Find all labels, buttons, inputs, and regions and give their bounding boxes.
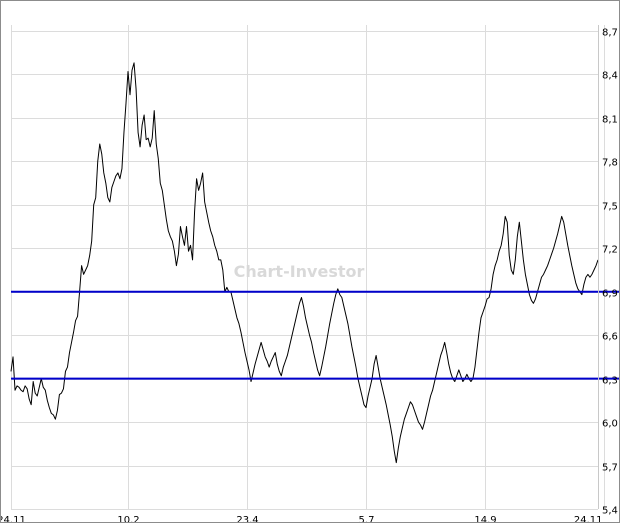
x-tick-label: 23.4 (236, 515, 258, 522)
y-tick-label: 6,6 (602, 332, 618, 343)
x-tick-label: 24.11 (1, 515, 26, 522)
y-tick-label: 6,3 (602, 376, 618, 387)
y-tick-label: 5,7 (602, 463, 618, 474)
x-tick-label: 5.7 (359, 515, 375, 522)
y-tick-label: 7,8 (602, 158, 618, 169)
x-tick-label: 14.9 (474, 515, 496, 522)
y-tick-label: 8,1 (602, 115, 618, 126)
y-tick-label: 7,2 (602, 245, 618, 256)
watermark-label: Chart-Investor (234, 262, 365, 281)
y-tick-label: 8,7 (602, 28, 618, 39)
line-chart: Chart-Investor 5,4 5,7 6,0 6,3 6,6 6,9 7,2 7,5 7… (1, 25, 619, 522)
x-tick-label: 10.2 (117, 515, 139, 522)
y-tick-label: 6,0 (602, 419, 618, 430)
y-tick-label: 8,4 (602, 71, 618, 82)
chart-frame: Chart-Investor 5,4 5,7 6,0 6,3 6,6 6,9 7,2 7,5 7… (0, 0, 620, 523)
x-tick-label: 24.11 (574, 515, 603, 522)
y-tick-label: 5,4 (602, 506, 618, 517)
y-tick-label: 7,5 (602, 202, 618, 213)
y-tick-label: 6,9 (602, 289, 618, 300)
